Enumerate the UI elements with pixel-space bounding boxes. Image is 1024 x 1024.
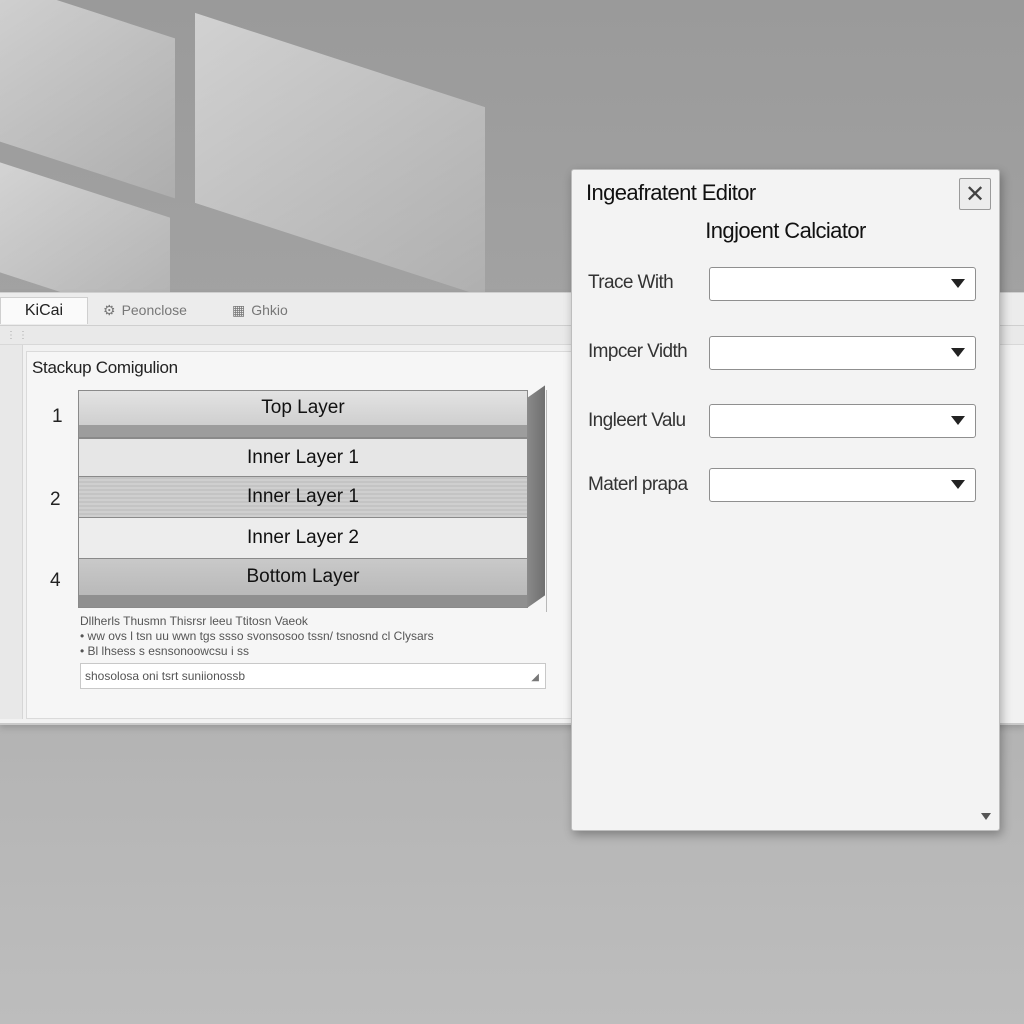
- layer-bottom-edge: [78, 595, 528, 608]
- tab-peonclose[interactable]: ⚙ Peonclose: [103, 297, 187, 323]
- close-icon: ✕: [964, 180, 986, 208]
- layer-bottom[interactable]: Bottom Layer: [78, 558, 528, 596]
- scroll-down-icon[interactable]: [981, 813, 991, 820]
- layer-number: 4: [50, 570, 61, 591]
- layer-number: 2: [50, 489, 61, 510]
- tab-label: Ghkio: [251, 302, 288, 318]
- tab-kicai[interactable]: KiCai: [0, 297, 88, 324]
- chevron-down-icon: [951, 279, 965, 288]
- gear-icon: ⚙: [103, 301, 116, 318]
- layer-label: Bottom Layer: [246, 566, 360, 587]
- field-label: Trace With: [588, 272, 674, 293]
- dialog-title: Ingeafratent Editor: [586, 180, 756, 205]
- layer-top-edge: [78, 425, 528, 438]
- notes-field[interactable]: shosolosa oni tsrt suniionossb ◢: [80, 663, 546, 689]
- stackup-notes: Dllherls Thusmn Thisrsr leeu Ttitosn Vae…: [80, 614, 546, 689]
- chevron-down-icon: [951, 416, 965, 425]
- notes-line: • ww ovs l tsn uu wwn tgs ssso svonsosoo…: [80, 629, 434, 643]
- trace-width-select[interactable]: [709, 267, 976, 301]
- layer-inner-1[interactable]: Inner Layer 1: [78, 438, 528, 478]
- layer-label: Inner Layer 1: [247, 447, 359, 468]
- chevron-down-icon: [951, 480, 965, 489]
- material-select[interactable]: [709, 468, 976, 502]
- notes-field-text: shosolosa oni tsrt suniionossb: [85, 668, 246, 683]
- stackup-title: Stackup Comigulion: [32, 358, 178, 377]
- notes-line: Dllherls Thusmn Thisrsr leeu Ttitosn Vae…: [80, 614, 308, 628]
- layer-label: Top Layer: [261, 397, 345, 418]
- tab-label: Peonclose: [121, 302, 187, 318]
- dialog-subtitle: Ingjoent Calciator: [705, 218, 866, 243]
- left-sidebar: [0, 345, 23, 719]
- layer-label: Inner Layer 2: [247, 527, 359, 548]
- close-button[interactable]: ✕: [959, 178, 991, 210]
- notes-line: • Bl lhsess s esnsonoowcsu i ss: [80, 644, 249, 658]
- layer-inner-1-core[interactable]: Inner Layer 1: [78, 476, 528, 518]
- field-label: Ingleert Valu: [588, 410, 686, 431]
- window-light-patch: [195, 12, 485, 298]
- grid-icon: ▦: [232, 301, 246, 318]
- stack-guide-line: [540, 390, 547, 612]
- field-label: Materl prapa: [588, 474, 688, 495]
- editor-dialog: Ingeafratent Editor ✕ Ingjoent Calciator…: [571, 169, 1000, 831]
- layer-label: Inner Layer 1: [247, 486, 359, 507]
- ingleert-value-select[interactable]: [709, 404, 976, 438]
- window-light-patch: [0, 0, 175, 199]
- chevron-down-icon: [951, 348, 965, 357]
- field-label: Impcer Vidth: [588, 341, 688, 362]
- tab-label: KiCai: [24, 302, 64, 319]
- toolbar-grip-icon: ⋮⋮: [6, 330, 30, 341]
- layer-inner-2[interactable]: Inner Layer 2: [78, 517, 528, 559]
- layer-number: 1: [52, 406, 63, 427]
- chevron-down-icon[interactable]: ◢: [531, 670, 539, 685]
- layer-top[interactable]: Top Layer: [78, 390, 528, 426]
- impcer-width-select[interactable]: [709, 336, 976, 370]
- tab-ghkio[interactable]: ▦ Ghkio: [232, 297, 288, 323]
